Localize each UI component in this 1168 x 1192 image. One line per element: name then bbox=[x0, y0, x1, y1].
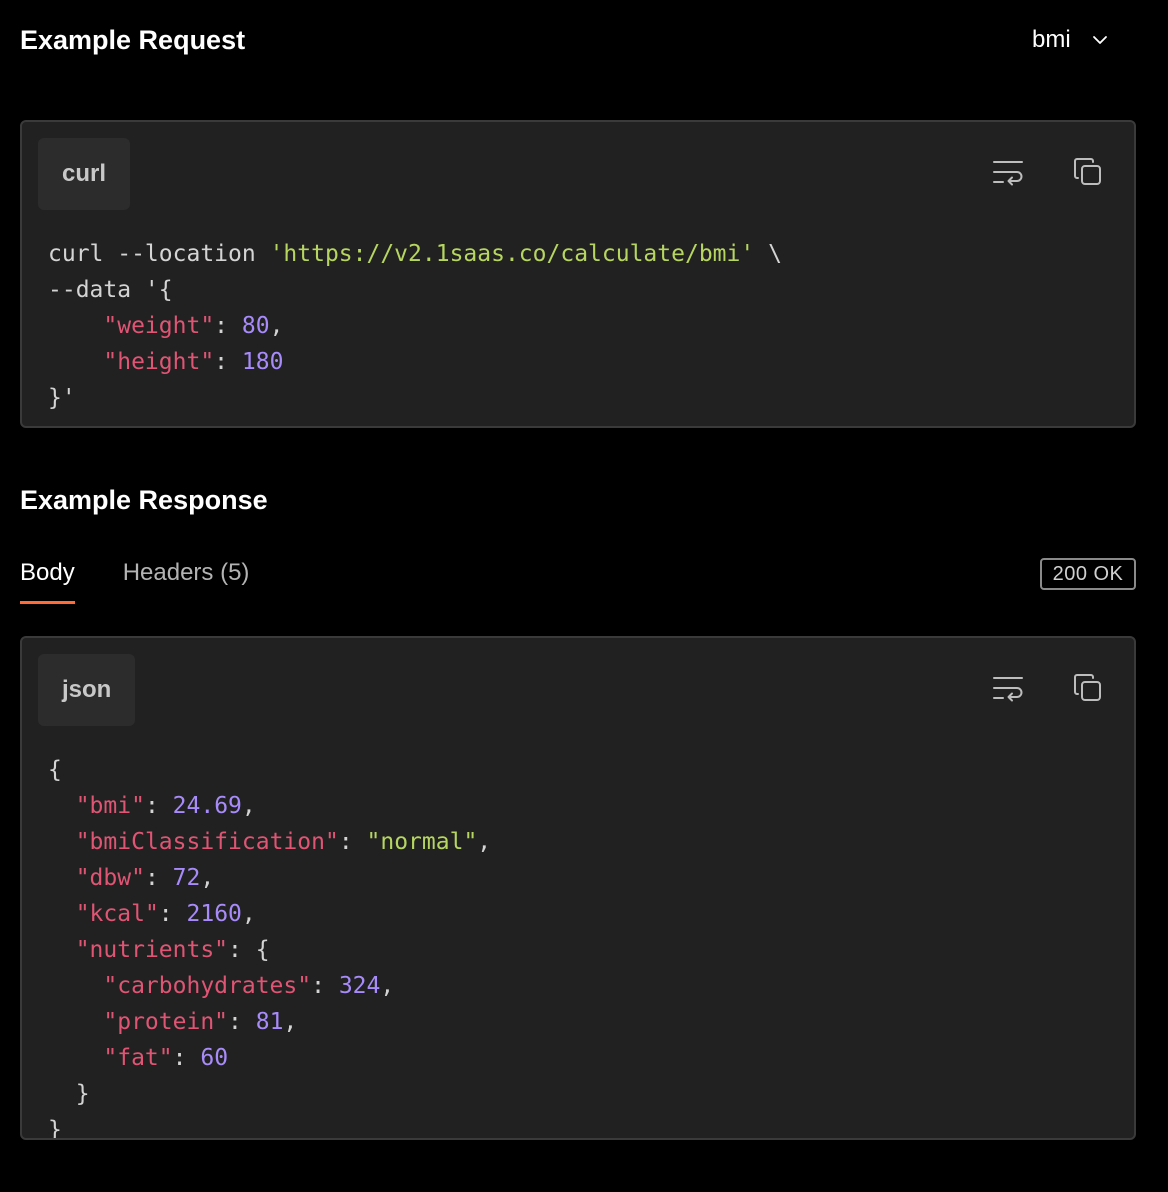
request-language-label[interactable]: curl bbox=[38, 138, 131, 210]
code-token: "bmi" bbox=[75, 793, 145, 819]
code-token: "fat" bbox=[103, 1045, 173, 1071]
code-token: "kcal" bbox=[75, 901, 159, 927]
code-token: 72 bbox=[172, 865, 201, 891]
tab-headers[interactable]: Headers (5) bbox=[123, 556, 250, 604]
code-token: : bbox=[144, 793, 173, 819]
code-token: : bbox=[228, 1009, 256, 1035]
code-token: : bbox=[214, 313, 242, 339]
code-token: , bbox=[241, 901, 256, 927]
code-line: }' bbox=[48, 380, 782, 416]
code-token: , bbox=[380, 973, 395, 999]
response-code-panel: json { "bmi": 24.69, "bmiClassification"… bbox=[20, 636, 1136, 1140]
code-token: , bbox=[283, 1009, 298, 1035]
code-token: "nutrients" bbox=[75, 937, 229, 963]
code-token: "dbw" bbox=[75, 865, 145, 891]
copy-icon bbox=[1074, 158, 1101, 185]
code-token: 180 bbox=[241, 349, 284, 375]
tab-body[interactable]: Body bbox=[20, 556, 75, 604]
response-copy-button[interactable] bbox=[1068, 668, 1108, 708]
code-line: } bbox=[48, 1076, 491, 1112]
code-token: --data '{ bbox=[48, 277, 173, 303]
example-selector-dropdown[interactable]: bmi bbox=[1024, 18, 1117, 62]
response-language-label[interactable]: json bbox=[38, 654, 136, 726]
status-badge: 200 OK bbox=[1040, 558, 1136, 590]
code-line: "protein": 81, bbox=[48, 1004, 491, 1040]
code-line: "bmi": 24.69, bbox=[48, 788, 491, 824]
request-code-panel: curl curl --location 'https://v2.1saas.c… bbox=[20, 120, 1136, 428]
api-docs-example: Example Request bmi curl curl --location… bbox=[0, 0, 1168, 1192]
response-wrap-button[interactable] bbox=[988, 668, 1028, 708]
request-wrap-button[interactable] bbox=[988, 152, 1028, 192]
code-token: , bbox=[241, 793, 256, 819]
example-selector-value: bmi bbox=[1032, 26, 1071, 53]
code-token: 24.69 bbox=[172, 793, 242, 819]
code-line: "weight": 80, bbox=[48, 308, 782, 344]
code-token: "protein" bbox=[103, 1009, 229, 1035]
code-token: : bbox=[144, 865, 173, 891]
code-token: 80 bbox=[241, 313, 270, 339]
code-token: \ bbox=[754, 241, 782, 267]
code-token: "carbohydrates" bbox=[103, 973, 312, 999]
code-token: }' bbox=[48, 385, 76, 411]
code-token: } bbox=[48, 1117, 62, 1140]
code-token: : bbox=[311, 973, 339, 999]
code-token: curl --location bbox=[48, 241, 270, 267]
code-token: : bbox=[214, 349, 242, 375]
code-line: "dbw": 72, bbox=[48, 860, 491, 896]
code-token: 2160 bbox=[186, 901, 242, 927]
text-wrap-icon bbox=[993, 161, 1023, 186]
request-code-block: curl --location 'https://v2.1saas.co/cal… bbox=[48, 236, 782, 416]
code-line: curl --location 'https://v2.1saas.co/cal… bbox=[48, 236, 782, 272]
code-line: } bbox=[48, 1112, 491, 1140]
code-token: : bbox=[338, 829, 367, 855]
code-line: "height": 180 bbox=[48, 344, 782, 380]
example-response-title: Example Response bbox=[20, 485, 268, 515]
code-line: { bbox=[48, 752, 491, 788]
code-token: 81 bbox=[255, 1009, 284, 1035]
code-line: "carbohydrates": 324, bbox=[48, 968, 491, 1004]
code-line: "fat": 60 bbox=[48, 1040, 491, 1076]
code-line: --data '{ bbox=[48, 272, 782, 308]
code-token: , bbox=[200, 865, 215, 891]
code-token: "height" bbox=[103, 349, 215, 375]
code-token: , bbox=[477, 829, 492, 855]
code-token: 60 bbox=[200, 1045, 229, 1071]
code-token: 'https://v2.1saas.co/calculate/bmi' bbox=[269, 241, 755, 267]
code-line: "nutrients": { bbox=[48, 932, 491, 968]
example-request-title: Example Request bbox=[20, 25, 246, 55]
code-token: "weight" bbox=[103, 313, 215, 339]
text-wrap-icon bbox=[993, 677, 1023, 702]
code-line: "kcal": 2160, bbox=[48, 896, 491, 932]
code-token: : bbox=[172, 1045, 201, 1071]
code-token: : { bbox=[228, 937, 270, 963]
request-copy-button[interactable] bbox=[1068, 152, 1108, 192]
code-token: "bmiClassification" bbox=[75, 829, 339, 855]
code-token: , bbox=[269, 313, 284, 339]
code-token: } bbox=[48, 1081, 90, 1107]
code-token: "normal" bbox=[366, 829, 478, 855]
code-token: 324 bbox=[338, 973, 381, 999]
response-code-block: { "bmi": 24.69, "bmiClassification": "no… bbox=[48, 752, 491, 1140]
code-line: "bmiClassification": "normal", bbox=[48, 824, 491, 860]
response-tabs: Body Headers (5) bbox=[20, 556, 249, 604]
code-token: : bbox=[158, 901, 187, 927]
chevron-down-icon bbox=[1092, 36, 1107, 44]
copy-icon bbox=[1074, 674, 1101, 701]
code-token: { bbox=[48, 757, 62, 783]
